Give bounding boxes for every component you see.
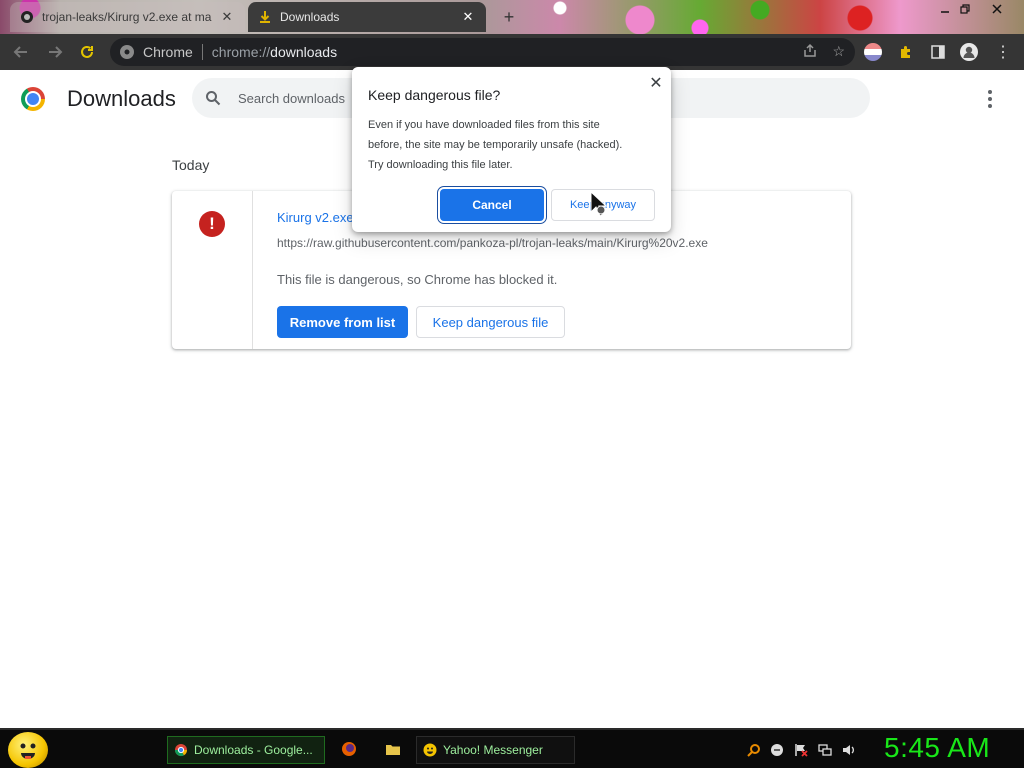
folder-icon[interactable] (384, 740, 402, 758)
chrome-logo-icon (21, 87, 45, 111)
site-info[interactable]: Chrome (110, 44, 193, 60)
profile-avatar-icon[interactable] (960, 43, 978, 61)
forward-icon[interactable] (44, 41, 66, 63)
dialog-message: Even if you have downloaded files from t… (368, 115, 656, 175)
taskbar-task-yahoo-messenger[interactable]: Yahoo! Messenger (416, 736, 575, 764)
tab-strip: trojan-leaks/Kirurg v2.exe at ma ✕ Downl… (0, 0, 1024, 34)
danger-warning-icon: ! (199, 211, 225, 237)
close-tab-icon[interactable]: ✕ (460, 9, 476, 25)
menu-kebab-icon[interactable]: ⋮ (994, 43, 1012, 61)
chrome-icon (120, 45, 134, 59)
search-tray-icon[interactable] (746, 742, 762, 758)
profile-flag-icon[interactable] (864, 43, 882, 61)
start-button-smiley-icon[interactable] (8, 732, 48, 768)
tab-downloads[interactable]: Downloads ✕ (248, 2, 486, 32)
download-status-text: This file is dangerous, so Chrome has bl… (277, 272, 558, 287)
taskbar-task-chrome[interactable]: Downloads - Google... (167, 736, 325, 764)
dialog-close-icon[interactable]: ✕ (646, 73, 666, 93)
close-tab-icon[interactable]: ✕ (219, 9, 235, 25)
mouse-cursor-icon (590, 190, 608, 217)
keep-dangerous-file-button[interactable]: Keep dangerous file (416, 306, 565, 338)
tab-label: Downloads (280, 10, 340, 24)
dialog-message-line: Even if you have downloaded files from t… (368, 119, 600, 131)
search-icon (204, 89, 222, 107)
network-icon[interactable] (817, 742, 833, 758)
restore-icon[interactable] (950, 0, 980, 18)
task-label: Downloads - Google... (194, 743, 313, 757)
side-panel-icon[interactable] (929, 43, 947, 61)
status-tray-icon[interactable] (769, 742, 785, 758)
browser-toolbar: Chrome chrome://downloads ☆ ⋮ (0, 34, 1024, 70)
dialog-message-line: before, the site may be temporarily unsa… (368, 139, 623, 151)
cancel-button[interactable]: Cancel (440, 189, 544, 221)
site-label: Chrome (143, 44, 193, 60)
taskbar-clock[interactable]: 5:45 AM (884, 732, 990, 764)
dialog-message-line: Try downloading this file later. (368, 159, 513, 171)
keep-dangerous-file-dialog: Keep dangerous file? ✕ Even if you have … (352, 67, 671, 232)
window-close-icon[interactable] (982, 0, 1012, 18)
firefox-icon[interactable] (340, 740, 358, 758)
reload-icon[interactable] (76, 41, 98, 63)
remove-from-list-button[interactable]: Remove from list (277, 306, 408, 338)
extensions-puzzle-icon[interactable] (897, 43, 915, 61)
download-filename-link[interactable]: Kirurg v2.exe (277, 210, 354, 225)
tab-label: trojan-leaks/Kirurg v2.exe at ma (42, 10, 212, 24)
tab-github[interactable]: trojan-leaks/Kirurg v2.exe at ma ✕ (10, 2, 245, 32)
volume-icon[interactable] (841, 742, 857, 758)
task-label: Yahoo! Messenger (443, 743, 543, 757)
address-bar[interactable]: Chrome chrome://downloads ☆ (110, 38, 855, 66)
taskbar: Downloads - Google... Yahoo! Messenger 5… (0, 728, 1024, 768)
bookmark-star-icon[interactable]: ☆ (832, 43, 845, 62)
chrome-icon (174, 743, 188, 757)
new-tab-button[interactable]: + (497, 6, 521, 28)
download-icon-column: ! (172, 191, 253, 349)
action-center-flag-icon[interactable] (793, 742, 809, 758)
url-text[interactable]: chrome://downloads (212, 44, 337, 60)
date-section-label: Today (172, 157, 210, 173)
download-source-url[interactable]: https://raw.githubusercontent.com/pankoz… (277, 236, 708, 250)
back-icon[interactable] (10, 41, 32, 63)
github-icon (20, 10, 34, 24)
yahoo-messenger-icon (423, 743, 437, 757)
dialog-title: Keep dangerous file? (368, 87, 501, 103)
downloads-menu-icon[interactable] (980, 88, 1000, 110)
page-title: Downloads (67, 86, 176, 111)
share-icon[interactable] (802, 43, 818, 62)
download-icon (258, 10, 272, 24)
omnibox-divider (201, 44, 203, 60)
